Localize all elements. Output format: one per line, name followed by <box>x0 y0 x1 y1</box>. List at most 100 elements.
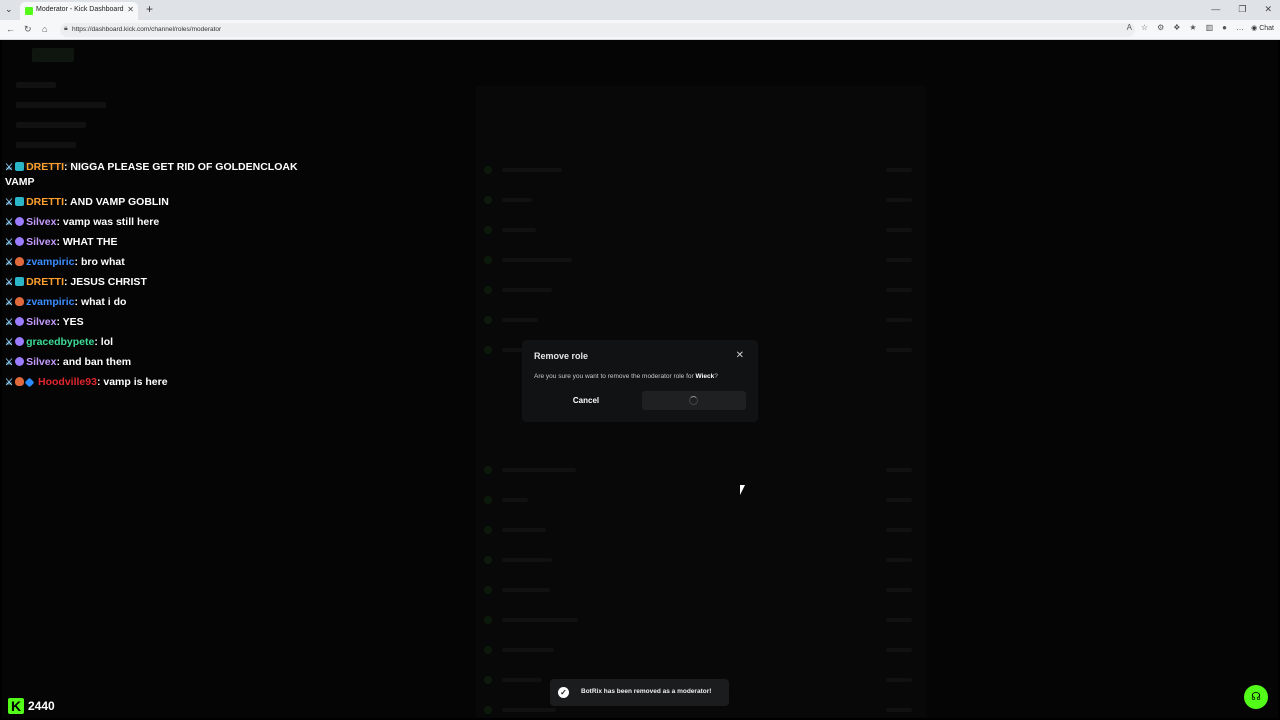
gem-badge-icon <box>24 377 35 388</box>
fire-badge-icon <box>15 377 25 386</box>
subscriber-badge-icon <box>15 162 25 171</box>
chat-text: AND VAMP GOBLIN <box>70 196 169 208</box>
headset-icon: ☊ <box>1251 691 1261 703</box>
maximize-icon[interactable]: ❐ <box>1238 4 1246 15</box>
lock-icon: 🔒︎ <box>64 25 68 32</box>
chat-message: ⚔ Silvex: YES <box>5 316 84 328</box>
check-circle-icon: ✓ <box>558 687 569 698</box>
chat-username: DRETTI <box>26 161 64 173</box>
chat-username: gracedbypete <box>26 336 95 348</box>
chat-message: ⚔ DRETTI: NIGGA PLEASE GET RID OF GOLDENC… <box>5 161 298 188</box>
chat-text: WHAT THE <box>62 236 118 248</box>
kick-logo-dimmed <box>32 48 74 62</box>
sword-icon: ⚔ <box>5 162 14 172</box>
cancel-button[interactable]: Cancel <box>534 391 638 410</box>
chat-username: zvampiric <box>26 256 75 268</box>
window-controls: — ❐ ✕ <box>1211 4 1272 15</box>
tab-list-icon[interactable]: ⌄ <box>5 4 13 15</box>
address-bar-row: ← ↻ ⌂ 🔒︎ https://dashboard.kick.com/chan… <box>0 20 1280 40</box>
chat-username: DRETTI <box>26 276 64 288</box>
browser-tab-bar: ⌄ Moderator - Kick Dashboard ✕ + — ❐ ✕ <box>0 0 1280 20</box>
chat-message: ⚔ gracedbypete: lol <box>5 336 114 348</box>
dialog-message-user: Wieck <box>695 373 715 380</box>
kick-logo-icon: K <box>8 698 24 714</box>
subscriber-badge-icon <box>15 277 25 286</box>
new-tab-icon[interactable]: + <box>146 2 153 16</box>
dialog-message-prefix: Are you sure you want to remove the mode… <box>534 373 696 380</box>
sword-icon: ⚔ <box>5 317 14 327</box>
og-badge-icon <box>15 237 25 246</box>
chat-text: bro what <box>80 256 125 268</box>
url-text: https://dashboard.kick.com/channel/roles… <box>72 26 222 33</box>
chat-message: ⚔ DRETTI: JESUS CHRIST <box>5 276 147 288</box>
og-badge-icon <box>15 357 25 366</box>
sword-icon: ⚔ <box>5 197 14 207</box>
chat-message: ⚔ Silvex: WHAT THE <box>5 236 118 248</box>
home-icon[interactable]: ⌂ <box>42 24 47 34</box>
browser-toolbar-icons: A ☆ ⚙ ❖ ★ ▥ ● … <box>1127 23 1244 32</box>
browser-tab[interactable]: Moderator - Kick Dashboard ✕ <box>20 2 138 20</box>
favorites-icon[interactable]: ★ <box>1189 23 1196 32</box>
chat-username: DRETTI <box>26 196 64 208</box>
chat-text: vamp is here <box>103 376 168 388</box>
profile-icon[interactable]: ● <box>1222 23 1227 32</box>
fire-badge-icon <box>15 297 25 306</box>
success-toast: ✓ BotRix has been removed as a moderator… <box>550 679 729 706</box>
og-badge-icon <box>15 337 25 346</box>
chat-username: Silvex <box>26 216 57 228</box>
minimize-icon[interactable]: — <box>1211 4 1220 15</box>
favorite-star-icon[interactable]: ☆ <box>1141 23 1148 32</box>
chat-message: ⚔ zvampiric: bro what <box>5 256 125 268</box>
dialog-title: Remove role <box>534 351 589 361</box>
close-icon[interactable]: ✕ <box>736 350 744 361</box>
loading-spinner-icon <box>689 396 698 405</box>
sword-icon: ⚔ <box>5 257 14 267</box>
stream-chat-overlay: ⚔ DRETTI: NIGGA PLEASE GET RID OF GOLDENC… <box>5 160 315 395</box>
close-window-icon[interactable]: ✕ <box>1264 4 1272 15</box>
sword-icon: ⚔ <box>5 337 14 347</box>
tab-title: Moderator - Kick Dashboard <box>36 6 124 13</box>
chat-message: ⚔ DRETTI: AND VAMP GOBLIN <box>5 196 169 208</box>
chat-username: Silvex <box>26 356 57 368</box>
chat-text: YES <box>62 316 84 328</box>
support-chat-button[interactable]: ☊ <box>1244 685 1268 709</box>
fire-badge-icon <box>15 257 25 266</box>
collections-icon[interactable]: ❖ <box>1173 23 1180 32</box>
toast-message: BotRix has been removed as a moderator! <box>581 688 712 695</box>
copilot-chat-button[interactable]: ◉ Chat <box>1251 24 1274 32</box>
chat-message: ⚔ zvampiric: what i do <box>5 296 127 308</box>
chat-username: zvampiric <box>26 296 75 308</box>
chat-text: lol <box>100 336 114 348</box>
viewer-count: 2440 <box>28 699 55 713</box>
chat-message: ⚔ Hoodville93: vamp is here <box>5 376 168 388</box>
remove-role-dialog: Remove role ✕ Are you sure you want to r… <box>522 340 758 422</box>
subscriber-badge-icon <box>15 197 25 206</box>
extension-icon[interactable]: ⚙ <box>1157 23 1164 32</box>
read-aloud-icon[interactable]: A <box>1127 23 1132 32</box>
confirm-remove-button[interactable] <box>642 391 746 410</box>
og-badge-icon <box>15 317 25 326</box>
og-badge-icon <box>15 217 25 226</box>
chat-message: ⚔ Silvex: vamp was still here <box>5 216 160 228</box>
more-menu-icon[interactable]: … <box>1236 23 1244 32</box>
sword-icon: ⚔ <box>5 377 14 387</box>
back-icon[interactable]: ← <box>6 24 15 34</box>
url-field[interactable]: 🔒︎ https://dashboard.kick.com/channel/ro… <box>60 23 1135 37</box>
kick-favicon-icon <box>25 7 33 15</box>
sword-icon: ⚔ <box>5 217 14 227</box>
dialog-message: Are you sure you want to remove the mode… <box>534 373 718 380</box>
reload-icon[interactable]: ↻ <box>24 24 32 35</box>
sword-icon: ⚔ <box>5 297 14 307</box>
mouse-cursor-icon <box>740 485 745 495</box>
chat-username: Silvex <box>26 236 57 248</box>
sword-icon: ⚔ <box>5 357 14 367</box>
chat-text: and ban them <box>62 356 132 368</box>
sword-icon: ⚔ <box>5 277 14 287</box>
viewer-count-widget: K 2440 <box>8 698 55 714</box>
chat-message: ⚔ Silvex: and ban them <box>5 356 132 368</box>
chat-text: vamp was still here <box>62 216 160 228</box>
copilot-icon: ◉ <box>1251 25 1258 32</box>
sword-icon: ⚔ <box>5 237 14 247</box>
split-screen-icon[interactable]: ▥ <box>1206 23 1214 32</box>
tab-close-icon[interactable]: ✕ <box>127 5 134 14</box>
